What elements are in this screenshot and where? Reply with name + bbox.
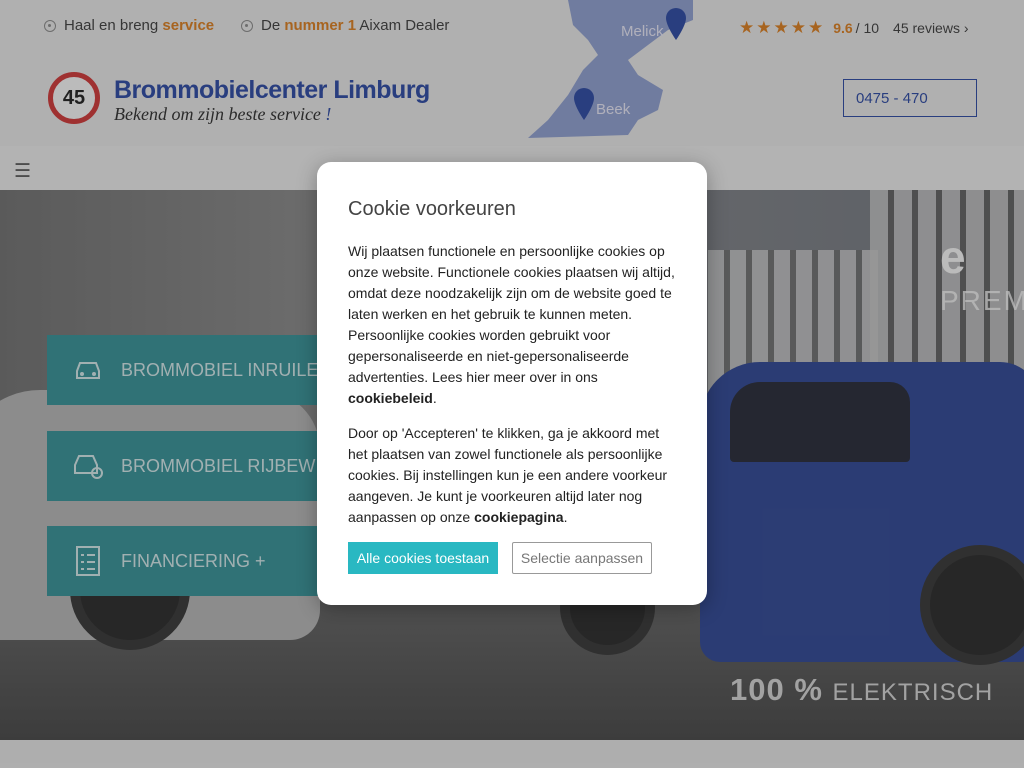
cookie-buttons: Alle cookies toestaan Selectie aanpassen — [348, 542, 677, 574]
cookie-text: . — [432, 390, 437, 406]
cookie-consent-dialog: Cookie voorkeuren Wij plaatsen functione… — [317, 162, 707, 605]
cookie-paragraph-2: Door op 'Accepteren' te klikken, ga je a… — [348, 423, 677, 528]
cookie-page-link[interactable]: cookiepagina — [474, 509, 563, 525]
accept-all-cookies-button[interactable]: Alle cookies toestaan — [348, 542, 498, 574]
cookie-paragraph-1: Wij plaatsen functionele en persoonlijke… — [348, 241, 677, 409]
cookie-dialog-title: Cookie voorkeuren — [348, 198, 516, 220]
page: Haal en breng service De nummer 1 Aixam … — [0, 0, 1024, 768]
adjust-selection-button[interactable]: Selectie aanpassen — [512, 542, 652, 574]
cookie-policy-link[interactable]: cookiebeleid — [348, 390, 433, 406]
cookie-text: Wij plaatsen functionele en persoonlijke… — [348, 243, 675, 385]
cookie-text: . — [563, 509, 568, 525]
